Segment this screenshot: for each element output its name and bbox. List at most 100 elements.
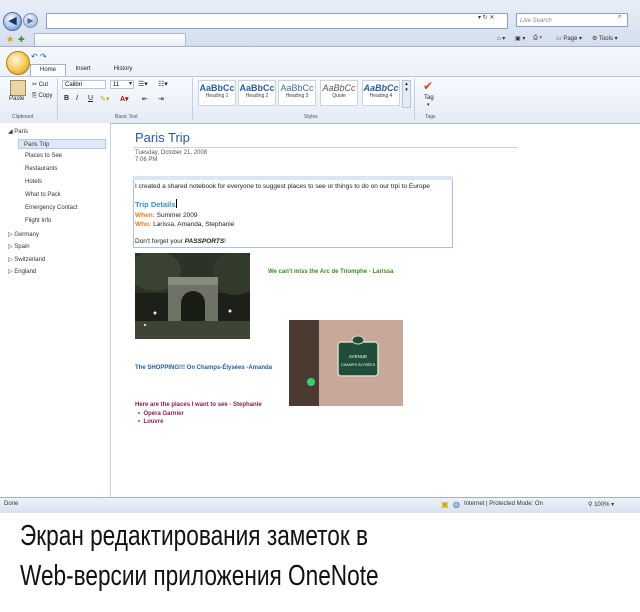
tools-menu[interactable]: ⚙ Tools ▾ [592,35,618,42]
page-item[interactable]: Hotels [25,179,42,185]
page-item-paris-trip[interactable]: Paris Trip [18,139,106,149]
passport-reminder[interactable]: Don't forget your PASSPORTS! [135,238,226,245]
list-item[interactable]: • Louvre [138,419,163,425]
back-button[interactable]: ◀ [3,12,22,31]
copy-label: Copy [38,93,53,99]
text-cursor [176,199,177,208]
print-icon[interactable]: ⎙ ▾ [533,35,542,42]
basic-text-group-label: Basic Text [115,114,138,120]
page-item[interactable]: Flight Info [25,218,51,224]
shopping-note[interactable]: The SHOPPING!!! On Champs-Élysées -Amand… [135,365,272,371]
bold-button[interactable]: B [64,95,69,102]
who-line[interactable]: Who: Larissa, Amanda, Stephanie [135,221,234,228]
page-date: Tuesday, October 21, 2008 [135,150,208,156]
list-item[interactable]: • Opéra Garnier [138,411,184,417]
places-heading[interactable]: Here are the places I want to see - Step… [135,402,262,408]
page-title[interactable]: Paris Trip [135,130,190,145]
tag-button[interactable]: Tag [424,95,434,101]
page-item[interactable]: What to Pack [25,192,61,198]
section-switzerland[interactable]: ▷ Switzerland [8,256,45,263]
reminder-prefix: Don't forget your [135,238,183,245]
styles-scroll[interactable]: ▴ ▾ [402,80,411,108]
style-heading-3[interactable]: AaBbCc Heading 3 [278,80,316,106]
style-name: Heading 4 [369,93,393,99]
tools-menu-label: Tools [598,36,613,42]
notebook-nav [0,123,111,497]
undo-icon[interactable]: ↶ [31,52,38,61]
arc-note[interactable]: We can't miss the Arc de Triomphe - Lari… [268,269,393,275]
place-name: Opéra Garnier [143,411,184,417]
arc-de-triomphe-photo[interactable] [135,253,250,339]
favorites-star-icon[interactable]: ★ [6,34,14,45]
tab-home[interactable]: Home [30,64,66,76]
section-label: Paris [14,129,28,135]
style-heading-4[interactable]: AaBbCc Heading 4 [362,80,400,106]
page-menu-label: Page [563,36,578,42]
highlight-icon[interactable]: ✎▾ [100,95,109,103]
style-heading-2[interactable]: AaBbCc Heading 2 [238,80,276,106]
page-item[interactable]: Places to See [25,153,62,159]
bullets-icon[interactable]: ☰▾ [138,80,148,88]
font-color-icon[interactable]: A▾ [120,95,129,103]
style-quote[interactable]: AaBbCc Quote [320,80,358,106]
forward-button[interactable]: ▶ [23,13,38,28]
feeds-icon[interactable]: ▣ ▾ [515,35,525,42]
paste-button[interactable]: Paste [9,96,24,102]
reminder-emphasis: PASSPORTS [184,238,225,245]
section-label: Spain [14,244,30,250]
home-icon[interactable]: ⌂ ▾ [497,35,505,42]
trip-details-heading[interactable]: Trip Details [135,200,175,209]
section-label: Switzerland [14,257,46,263]
reminder-suffix: ! [224,238,226,245]
copy-button[interactable]: ⎘ Copy [32,93,52,100]
font-name-select[interactable]: Calibri [62,80,106,89]
section-germany[interactable]: ▷ Germany [8,231,39,238]
security-zone[interactable]: Internet | Protected Mode: On [464,501,543,507]
cut-button[interactable]: ✂ Cut [32,81,48,88]
status-text: Done [4,501,19,507]
onenote-orb-button[interactable] [6,51,30,75]
browser-tab[interactable] [34,33,186,46]
refresh-icon[interactable]: ▾ ↻ ✕ [478,14,494,21]
search-input[interactable]: Live Search [516,13,628,27]
section-england[interactable]: ▷ England [8,268,36,275]
intro-text[interactable]: I created a shared notebook for everyone… [135,183,430,190]
style-preview: AaBbCc [199,83,235,93]
font-size-dropdown-icon[interactable]: ▾ [129,80,132,87]
caption-line-1: Экран редактирования заметок в [20,520,369,552]
add-favorites-icon[interactable]: ✚ [18,35,25,44]
paste-icon[interactable] [10,80,26,96]
outdent-icon[interactable]: ⇤ [142,95,148,103]
section-paris[interactable]: ◢ Paris [8,128,28,135]
tags-group-label: Tags [425,114,436,120]
section-label: Germany [14,232,39,238]
style-name: Quote [332,93,346,99]
address-bar[interactable] [46,13,508,29]
champs-elysees-sign-photo[interactable]: AVENUE CHAMPS ÉLYSÉES [289,320,403,406]
tab-history[interactable]: History [108,64,138,75]
redo-icon[interactable]: ↷ [40,52,47,61]
sign-street-text: CHAMPS ÉLYSÉES [341,362,376,367]
page-item[interactable]: Restaurants [25,166,57,172]
section-spain[interactable]: ▷ Spain [8,243,30,250]
numbering-icon[interactable]: ☷▾ [158,80,168,88]
tag-check-icon[interactable]: ✔ [423,79,433,93]
tab-insert[interactable]: Insert [68,64,98,75]
zoom-value: 100% [594,502,610,508]
zoom-level[interactable]: ⚲ 100% ▾ [588,501,614,508]
note-handle[interactable] [133,176,453,180]
place-name: Louvre [143,419,164,425]
search-icon[interactable]: ⌕ [618,14,621,21]
underline-button[interactable]: U [88,95,93,102]
italic-button[interactable]: I [76,95,78,102]
style-preview: AaBbCc [322,83,356,93]
style-name: Heading 2 [245,93,269,99]
style-heading-1[interactable]: AaBbCc Heading 1 [198,80,236,106]
page-menu[interactable]: ▭ Page ▾ [556,35,582,42]
when-line[interactable]: When: Summer 2009 [135,212,198,219]
indent-icon[interactable]: ⇥ [158,95,164,103]
page-item[interactable]: Emergency Contact [25,205,78,211]
divider [414,78,415,120]
page-time: 7:06 PM [135,157,158,163]
tag-dropdown-icon[interactable]: ▾ [427,102,430,108]
